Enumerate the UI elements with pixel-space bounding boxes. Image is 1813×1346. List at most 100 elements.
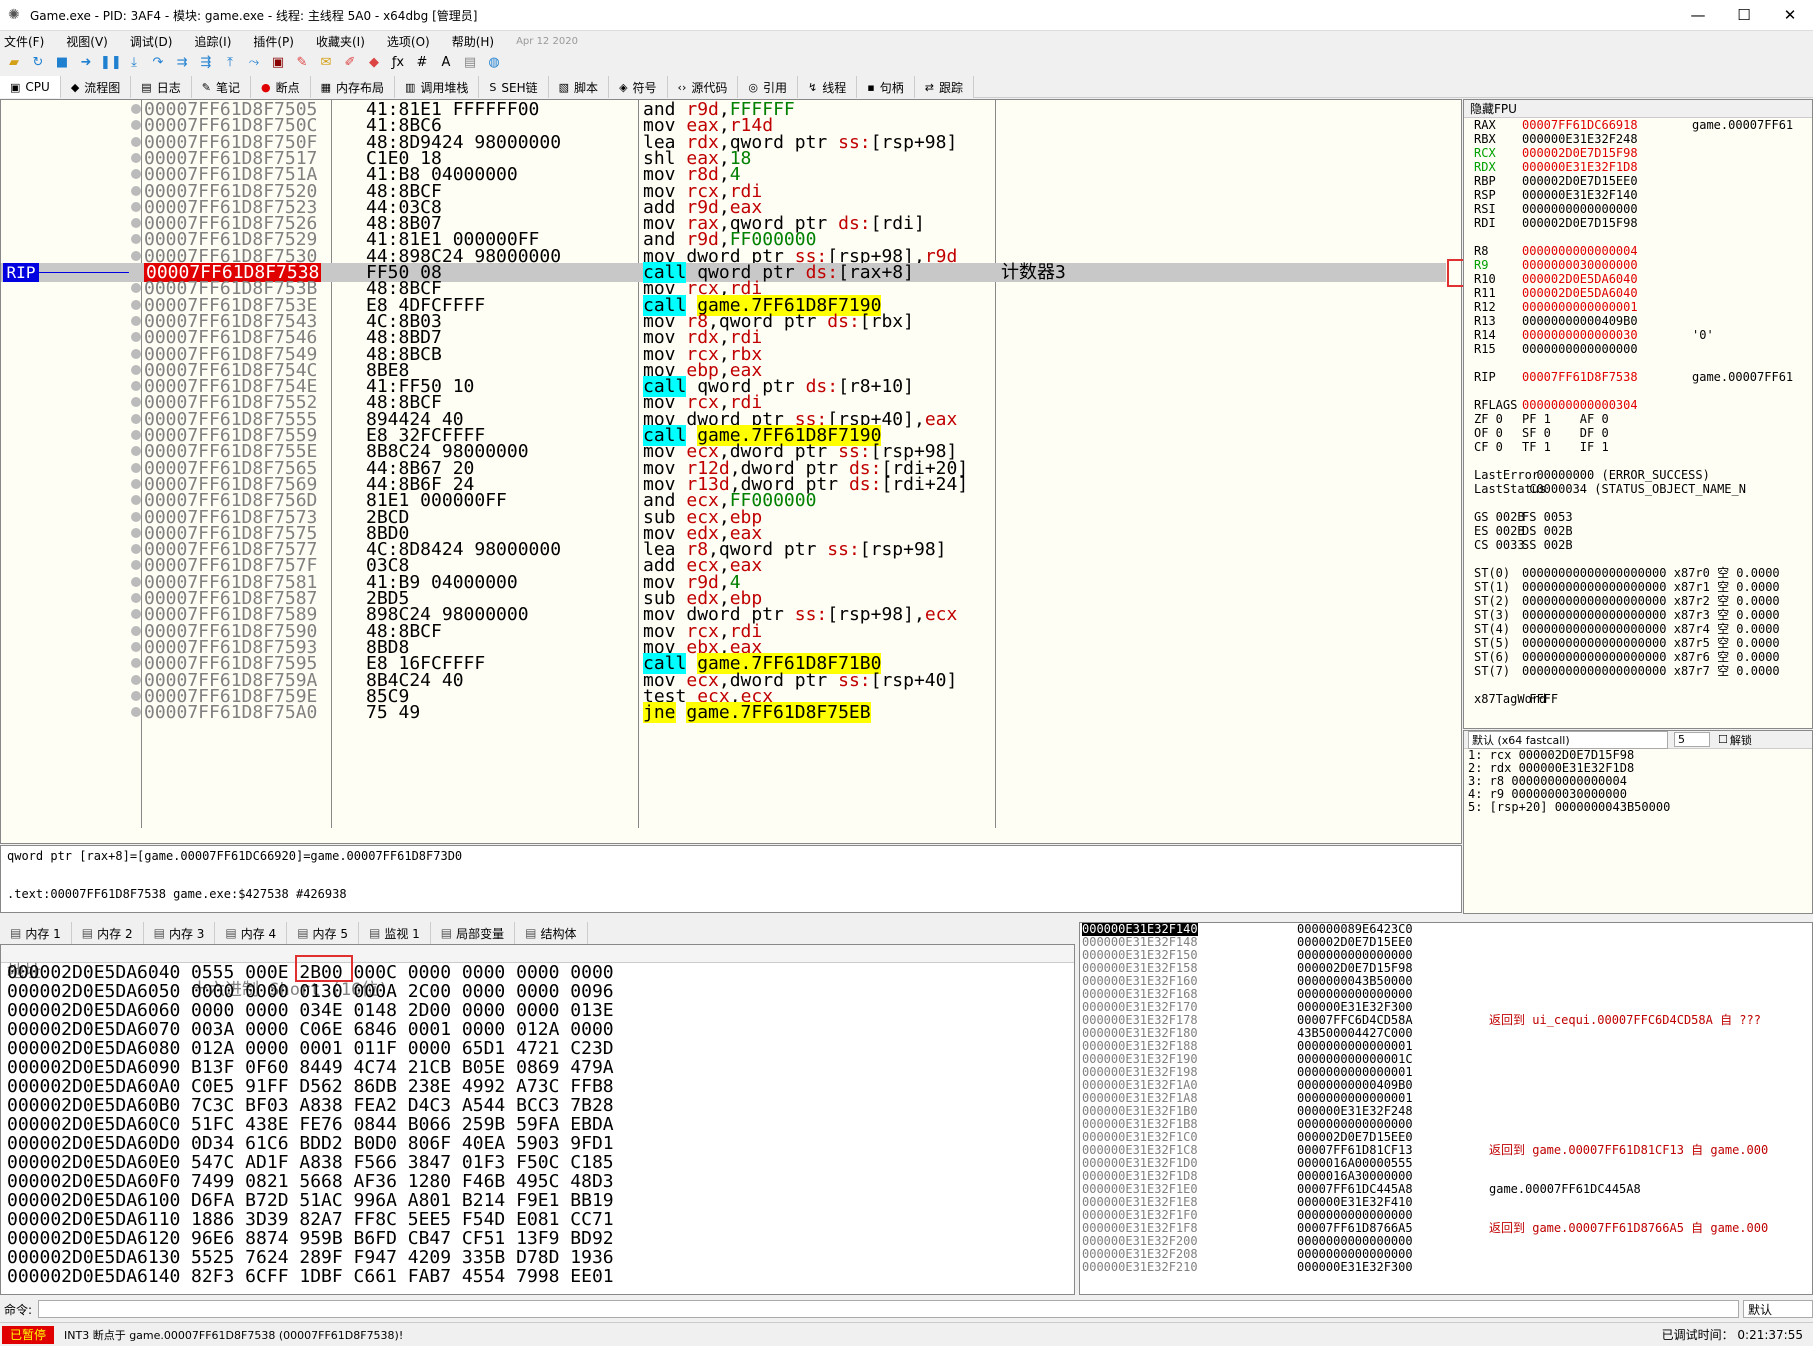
run-to-user-icon[interactable]: ⤳ xyxy=(244,54,264,72)
dump-row[interactable]: 000002D0E5DA6100 D6FA B72D 51AC 996A A801… xyxy=(1,1191,1074,1210)
register-row[interactable]: ST(5) 00000000000000000000 x87r5 空 0.0000 xyxy=(1464,636,1812,650)
menu-item[interactable]: 调试(D) xyxy=(130,33,173,50)
tab-5[interactable]: ▦ 内存布局 xyxy=(310,76,395,98)
register-row[interactable]: R11 000002D0E5DA6040 xyxy=(1464,286,1812,300)
register-row[interactable]: RBP 000002D0E7D15EE0 xyxy=(1464,174,1812,188)
command-mode-select[interactable]: 默认 xyxy=(1743,1300,1813,1318)
label-icon[interactable]: ✐ xyxy=(340,54,360,72)
register-row[interactable]: LastError 00000000 (ERROR_SUCCESS) xyxy=(1464,468,1812,482)
register-row[interactable] xyxy=(1464,384,1812,398)
unlock-checkbox[interactable]: ☐ xyxy=(1718,733,1728,746)
pause-icon[interactable]: ❚❚ xyxy=(100,54,122,72)
register-row[interactable]: R9 0000000030000000 xyxy=(1464,258,1812,272)
menu-item[interactable]: 追踪(I) xyxy=(194,33,231,50)
open-icon[interactable]: ▰ xyxy=(4,54,24,72)
register-row[interactable]: RBX 000000E31E32F248 xyxy=(1464,132,1812,146)
callconv-count[interactable]: 5 xyxy=(1674,732,1710,747)
tab-0[interactable]: ▣ CPU xyxy=(0,76,61,98)
dump-tab-5[interactable]: ▤ 监视 1 xyxy=(359,922,431,944)
tab-12[interactable]: ↯ 线程 xyxy=(798,76,858,98)
dump-row[interactable]: 000002D0E5DA60D0 0D34 61C6 BDD2 B0D0 806F… xyxy=(1,1134,1074,1153)
tab-11[interactable]: ◎ 引用 xyxy=(738,76,798,98)
dump-row[interactable]: 000002D0E5DA6070 003A 0000 C06E 6846 0001… xyxy=(1,1020,1074,1039)
dump-tab-4[interactable]: ▤ 内存 5 xyxy=(287,922,359,944)
dump-row[interactable]: 000002D0E5DA60E0 547C AD1F A838 F566 3847… xyxy=(1,1153,1074,1172)
tab-2[interactable]: ▤ 日志 xyxy=(131,76,192,98)
register-row[interactable]: ST(1) 00000000000000000000 x87r1 空 0.0000 xyxy=(1464,580,1812,594)
register-panel[interactable]: 隐藏FPU RAX 00007FF61DC66918 game.00007FF61 R… xyxy=(1463,99,1813,729)
function-icon[interactable]: ƒx xyxy=(388,54,408,72)
menu-item[interactable]: 视图(V) xyxy=(66,33,108,50)
callconv-select[interactable]: 默认 (x64 fastcall) xyxy=(1468,730,1668,749)
dump-row[interactable]: 000002D0E5DA6050 0000 0000 0130 000A 2C00… xyxy=(1,982,1074,1001)
register-row[interactable]: ST(6) 00000000000000000000 x87r6 空 0.0000 xyxy=(1464,650,1812,664)
dump-row[interactable]: 000002D0E5DA60C0 51FC 438E FE76 0844 B066… xyxy=(1,1115,1074,1134)
register-row[interactable] xyxy=(1464,678,1812,692)
tab-10[interactable]: ‹› 源代码 xyxy=(667,76,739,98)
dump-row[interactable]: 000002D0E5DA60B0 7C3C BF03 A838 FEA2 D4C3… xyxy=(1,1096,1074,1115)
patch-icon[interactable]: ✎ xyxy=(292,54,312,72)
dump-row[interactable]: 000002D0E5DA6120 96E6 8874 959B B6FD CB47… xyxy=(1,1229,1074,1248)
register-row[interactable]: ST(0) 00000000000000000000 x87r0 空 0.0000 xyxy=(1464,566,1812,580)
dump-row[interactable]: 000002D0E5DA6060 0000 0000 034E 0148 2D00… xyxy=(1,1001,1074,1020)
bookmark-icon[interactable]: ◆ xyxy=(364,54,384,72)
hide-fpu-toggle[interactable]: 隐藏FPU xyxy=(1464,100,1812,118)
register-row[interactable]: RFLAGS 0000000000000304 xyxy=(1464,398,1812,412)
memory-dump[interactable]: 地址 十六进制 Short (16位) 000002D0E5DA6040 0555… xyxy=(0,944,1075,1295)
restart-icon[interactable]: ↻ xyxy=(28,54,48,72)
register-row[interactable]: RAX 00007FF61DC66918 game.00007FF61 xyxy=(1464,118,1812,132)
font-icon[interactable]: A xyxy=(436,54,456,72)
register-row[interactable]: GS 002BFS 0053 xyxy=(1464,510,1812,524)
dump-tab-3[interactable]: ▤ 内存 4 xyxy=(215,922,288,944)
dump-tab-0[interactable]: ▤ 内存 1 xyxy=(0,922,72,944)
tab-9[interactable]: ◈ 符号 xyxy=(609,76,668,98)
comment-icon[interactable]: ✉ xyxy=(316,54,336,72)
register-row[interactable]: RDX 000000E31E32F1D8 xyxy=(1464,160,1812,174)
tab-6[interactable]: ▥ 调用堆栈 xyxy=(395,76,480,98)
command-input[interactable] xyxy=(38,1300,1739,1318)
menu-item[interactable]: 收藏夹(I) xyxy=(316,33,365,50)
register-row[interactable]: R10 000002D0E5DA6040 xyxy=(1464,272,1812,286)
scylla-icon[interactable]: ▣ xyxy=(268,54,288,72)
register-row[interactable]: RIP 00007FF61D8F7538 game.00007FF61 xyxy=(1464,370,1812,384)
maximize-button[interactable]: ☐ xyxy=(1721,0,1767,31)
strings-icon[interactable]: ▤ xyxy=(460,54,480,72)
tab-3[interactable]: ✎ 笔记 xyxy=(191,76,251,98)
dump-tab-1[interactable]: ▤ 内存 2 xyxy=(72,922,144,944)
register-row[interactable]: ES 002BDS 002B xyxy=(1464,524,1812,538)
register-row[interactable]: OF 0 SF 0 DF 0 xyxy=(1464,426,1812,440)
menu-item[interactable]: 帮助(H) xyxy=(452,33,494,50)
register-row[interactable]: RSI 0000000000000000 xyxy=(1464,202,1812,216)
tab-4[interactable]: ● 断点 xyxy=(250,76,311,98)
close-button[interactable]: ✕ xyxy=(1767,0,1813,31)
register-row[interactable]: ST(4) 00000000000000000000 x87r4 空 0.0000 xyxy=(1464,622,1812,636)
menu-item[interactable]: 文件(F) xyxy=(4,33,44,50)
disassembly-view[interactable]: 00007FF61D8F7505 41:81E1 FFFFFF00 and r9d,… xyxy=(0,99,1462,844)
register-row[interactable]: RCX 000002D0E7D15F98 xyxy=(1464,146,1812,160)
dump-row[interactable]: 000002D0E5DA60F0 7499 0821 5668 AF36 1280… xyxy=(1,1172,1074,1191)
register-row[interactable]: CF 0 TF 1 IF 1 xyxy=(1464,440,1812,454)
menu-item[interactable]: 选项(O) xyxy=(387,33,430,50)
tab-7[interactable]: S SEH链 xyxy=(479,76,549,98)
register-row[interactable]: R8 0000000000000004 xyxy=(1464,244,1812,258)
register-row[interactable]: R15 0000000000000000 xyxy=(1464,342,1812,356)
dump-row[interactable]: 000002D0E5DA6140 82F3 6CFF 1DBF C661 FAB7… xyxy=(1,1267,1074,1286)
stack-row[interactable]: 000000E31E32F210 000000E31E32F300 xyxy=(1080,1261,1812,1274)
tab-1[interactable]: ◆ 流程图 xyxy=(60,76,132,98)
dump-row[interactable]: 000002D0E5DA6130 5525 7624 289F F947 4209… xyxy=(1,1248,1074,1267)
dump-tab-2[interactable]: ▤ 内存 3 xyxy=(144,922,216,944)
register-row[interactable] xyxy=(1464,230,1812,244)
register-row[interactable]: R13 00000000000409B0 xyxy=(1464,314,1812,328)
stop-icon[interactable]: ■ xyxy=(52,54,72,72)
register-row[interactable] xyxy=(1464,496,1812,510)
register-row[interactable]: R12 0000000000000001 xyxy=(1464,300,1812,314)
trace-into-icon[interactable]: ⇉ xyxy=(172,54,192,72)
register-row[interactable]: ST(2) 00000000000000000000 x87r2 空 0.0000 xyxy=(1464,594,1812,608)
disasm-row[interactable]: 00007FF61D8F75A0 75 49 jne game.7FF61D8F75… xyxy=(1,702,1446,724)
dump-row[interactable]: 000002D0E5DA6080 012A 0000 0001 011F 0000… xyxy=(1,1039,1074,1058)
minimize-button[interactable]: — xyxy=(1675,0,1721,31)
step-into-icon[interactable]: ⤓ xyxy=(124,54,144,72)
tab-8[interactable]: ▧ 脚本 xyxy=(548,76,610,98)
dump-row[interactable]: 000002D0E5DA6040 0555 000E 2B00 000C 0000… xyxy=(1,963,1074,982)
register-row[interactable]: LastStatus C0000034 (STATUS_OBJECT_NAME_… xyxy=(1464,482,1812,496)
